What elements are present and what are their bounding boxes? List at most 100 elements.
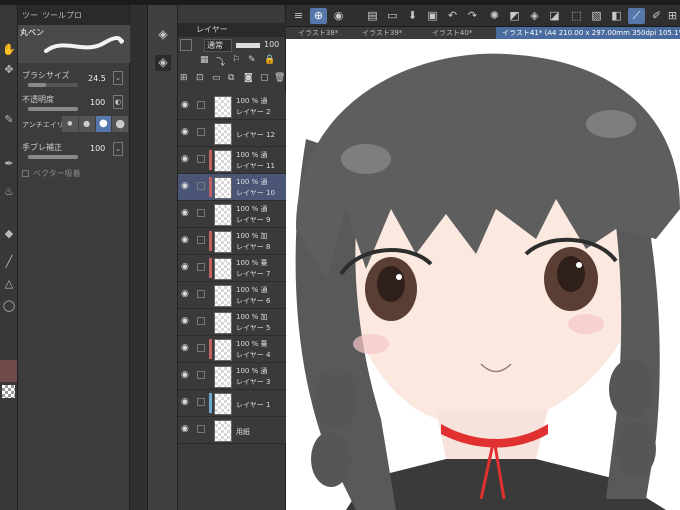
tab-tool[interactable]: ツー	[22, 10, 38, 21]
draft-icon[interactable]: ✎	[248, 55, 256, 65]
tab-tool-property[interactable]: ツールプロ	[42, 10, 82, 21]
opacity-icon[interactable]: ◐	[113, 95, 123, 109]
shape-icon[interactable]: △	[2, 277, 16, 291]
move-icon[interactable]: ✥	[2, 63, 16, 77]
loading-icon[interactable]: ✺	[486, 8, 503, 24]
blend-mode-select[interactable]: 通常	[204, 39, 232, 52]
brush-size-slider[interactable]	[28, 83, 78, 87]
eye-icon[interactable]: ◉	[181, 263, 191, 272]
opacity-value[interactable]: 100	[90, 98, 105, 107]
layer-row[interactable]: ◉ 100 % 加レイヤー 8	[178, 228, 286, 255]
layer-stack-icon-2[interactable]: ◈	[155, 55, 171, 71]
drawing-canvas[interactable]	[286, 39, 680, 510]
layer-row[interactable]: ◉ 100 % 乗レイヤー 7	[178, 255, 286, 282]
document-tab[interactable]: イラスト41* (A4 210.00 x 297.00mm 350dpi 105…	[496, 27, 680, 39]
pen-icon[interactable]: ✒	[2, 157, 16, 171]
antialias-strong-icon[interactable]: ●	[112, 116, 128, 132]
open-file-icon[interactable]: ▭	[384, 8, 401, 24]
layer-checkbox[interactable]	[197, 209, 205, 217]
eye-icon[interactable]: ◉	[181, 101, 191, 110]
document-tab[interactable]: イラスト39*	[356, 27, 426, 39]
layer-row[interactable]: ◉ 100 % 通レイヤー 11	[178, 147, 286, 174]
special-ruler-icon[interactable]: ✐	[648, 8, 665, 24]
hand-icon[interactable]: ✋	[2, 43, 16, 57]
layer-checkbox[interactable]	[197, 101, 205, 109]
lasso-icon[interactable]: ◯	[2, 299, 16, 313]
layer-checkbox[interactable]	[197, 236, 205, 244]
airbrush-icon[interactable]: ♨	[2, 185, 16, 199]
lock-icon[interactable]: 🔒	[264, 55, 275, 65]
new-folder-icon[interactable]: ▭	[212, 73, 221, 83]
layer-property-icon[interactable]	[180, 39, 192, 51]
stabilization-value[interactable]: 100	[90, 144, 105, 153]
layer-opacity-slider[interactable]	[236, 43, 260, 48]
eye-icon[interactable]: ◉	[181, 209, 191, 218]
antialias-none-icon[interactable]: ●	[62, 116, 78, 132]
layer-mask-icon[interactable]: ◙	[244, 73, 253, 83]
layer-checkbox[interactable]	[197, 155, 205, 163]
new-vector-layer-icon[interactable]: ⊡	[196, 73, 204, 83]
layer-opacity-value[interactable]: 100	[264, 40, 279, 49]
new-raster-layer-icon[interactable]: ⊞	[180, 73, 188, 83]
reference-icon[interactable]: ⚐	[232, 55, 240, 65]
eye-icon[interactable]: ◉	[181, 398, 191, 407]
layer-checkbox[interactable]	[197, 128, 205, 136]
eye-icon[interactable]: ◉	[181, 425, 191, 434]
stabilization-slider[interactable]	[28, 155, 78, 159]
eye-icon[interactable]: ◉	[181, 155, 191, 164]
document-tab[interactable]: イラスト40*	[426, 27, 496, 39]
navigator-icon[interactable]: ⊕	[310, 8, 327, 24]
eyedropper-icon[interactable]: ✎	[2, 113, 16, 127]
layer-checkbox[interactable]	[197, 425, 205, 433]
vector-snap-checkbox[interactable]	[22, 169, 29, 177]
transparent-color-swatch[interactable]	[2, 385, 15, 398]
layer-row[interactable]: ◉ 用紙	[178, 417, 286, 444]
grid-icon[interactable]: ⊞	[664, 8, 680, 24]
eye-icon[interactable]: ◉	[181, 344, 191, 353]
lock-transparency-icon[interactable]: ▦	[200, 55, 209, 65]
layer-checkbox[interactable]	[197, 371, 205, 379]
eye-icon[interactable]: ◉	[181, 128, 191, 137]
layer-checkbox[interactable]	[197, 344, 205, 352]
stabilization-dropdown-icon[interactable]: ⌄	[113, 142, 123, 156]
antialias-medium-icon[interactable]: ●	[95, 116, 112, 132]
eye-icon[interactable]: ◉	[181, 182, 191, 191]
layer-checkbox[interactable]	[197, 290, 205, 298]
apply-mask-icon[interactable]: ▢	[260, 73, 269, 83]
eye-icon[interactable]: ◉	[181, 236, 191, 245]
menu-icon[interactable]: ≡	[290, 8, 307, 24]
export-icon[interactable]: ▣	[424, 8, 441, 24]
line-icon[interactable]: ╱	[2, 255, 16, 269]
document-tab[interactable]: イラスト38*	[292, 27, 356, 39]
layer-checkbox[interactable]	[197, 398, 205, 406]
antialias-weak-icon[interactable]: ●	[78, 116, 95, 132]
redo-icon[interactable]: ↷	[464, 8, 481, 24]
select-all-icon[interactable]: ⬚	[568, 8, 585, 24]
layer-row[interactable]: ◉ 100 % 通レイヤー 3	[178, 363, 286, 390]
merge-down-icon[interactable]: ⧉	[228, 73, 234, 83]
invert-selection-icon[interactable]: ◧	[608, 8, 625, 24]
main-color-swatch[interactable]	[0, 360, 17, 382]
save-icon[interactable]: ⬇	[404, 8, 421, 24]
delete-layer-icon[interactable]: 🗑	[274, 73, 285, 83]
deselect-icon[interactable]: ▧	[588, 8, 605, 24]
clip-icon[interactable]: ⤵	[216, 55, 225, 68]
eye-icon[interactable]: ◉	[181, 371, 191, 380]
layer-checkbox[interactable]	[197, 182, 205, 190]
brush-size-value[interactable]: 24.5	[88, 74, 106, 83]
layer-row[interactable]: ◉ レイヤー 12	[178, 120, 286, 147]
fill-selection-icon[interactable]: ◈	[526, 8, 543, 24]
layer-row[interactable]: ◉ レイヤー 1	[178, 390, 286, 417]
eye-icon[interactable]: ◉	[181, 317, 191, 326]
layer-checkbox[interactable]	[197, 317, 205, 325]
layer-stack-icon[interactable]: ◈	[155, 27, 171, 43]
layer-row[interactable]: ◉ 100 % 通レイヤー 2	[178, 93, 286, 120]
ruler-snap-icon[interactable]: ⟋	[628, 8, 645, 24]
opacity-slider[interactable]	[28, 107, 78, 111]
layer-row[interactable]: ◉ 100 % 加レイヤー 5	[178, 309, 286, 336]
clear-icon[interactable]: ◩	[506, 8, 523, 24]
layer-row[interactable]: ◉ 100 % 通レイヤー 9	[178, 201, 286, 228]
transform-icon[interactable]: ◪	[546, 8, 563, 24]
preview-icon[interactable]: ◉	[330, 8, 347, 24]
layer-row[interactable]: ◉ 100 % 乗レイヤー 4	[178, 336, 286, 363]
